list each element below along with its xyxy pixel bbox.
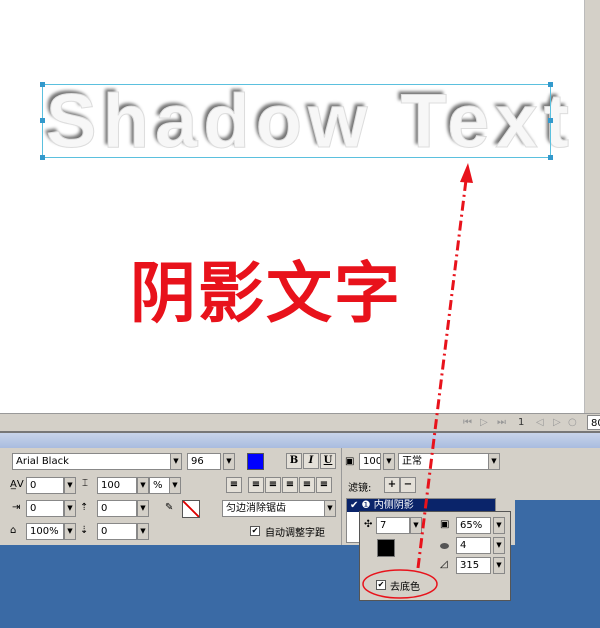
space-after-dropdown[interactable]: ▼	[137, 523, 149, 540]
space-after-field[interactable]: 0	[97, 523, 137, 540]
scale-dropdown[interactable]: ▼	[64, 523, 76, 540]
prev-frame-icon[interactable]: ◁	[536, 417, 544, 428]
scale-icon: ⌂	[10, 525, 17, 536]
indent-dropdown[interactable]: ▼	[64, 500, 76, 517]
canvas[interactable]	[0, 0, 584, 413]
justify-button[interactable]: ≡	[299, 477, 315, 493]
annotation-title: 阴影文字	[130, 255, 402, 332]
angle-field[interactable]: 315	[456, 557, 491, 574]
opacity-dropdown[interactable]: ▼	[383, 453, 395, 470]
opacity-field[interactable]: 100	[359, 453, 381, 470]
distance-field[interactable]: 7	[376, 517, 410, 534]
indent-field[interactable]: 0	[26, 500, 64, 517]
remove-filter-button[interactable]: −	[400, 477, 416, 493]
scale-field[interactable]: 100%	[26, 523, 64, 540]
bold-button[interactable]: B	[286, 453, 302, 469]
text-color-swatch[interactable]	[247, 453, 264, 470]
blend-mode-dropdown[interactable]: ▼	[488, 453, 500, 470]
divider	[341, 448, 342, 545]
vertical-scrollbar[interactable]	[584, 0, 600, 413]
leading-unit[interactable]: %	[149, 477, 171, 494]
next-frame-icon[interactable]: ▷	[553, 417, 561, 428]
indent-icon: ⇥	[12, 502, 21, 513]
italic-button[interactable]: I	[303, 453, 319, 469]
auto-kern-checkbox[interactable]: ✔	[250, 526, 260, 536]
leading-icon: ⌶	[82, 478, 88, 489]
frame-number: 1	[518, 417, 525, 428]
space-before-dropdown[interactable]: ▼	[137, 500, 149, 517]
space-after-icon: ⇣	[80, 525, 89, 536]
distance-dropdown[interactable]: ▼	[410, 517, 422, 534]
auto-kern-label: 自动调整字距	[265, 528, 325, 539]
inner-shadow-popup: ✣ 7 ▼ ▣ 65% ▼ 4 ▼ ◿ 315 ▼ ✔ 去底色	[359, 511, 511, 601]
properties-panel-right	[515, 448, 600, 500]
kerning-icon: A̲V	[10, 479, 24, 490]
space-before-icon: ⇡	[80, 502, 89, 513]
softness-field[interactable]: 4	[456, 537, 491, 554]
font-dropdown[interactable]: ▼	[170, 453, 182, 470]
opacity-icon: ▣	[345, 456, 355, 467]
angle-dropdown[interactable]: ▼	[493, 557, 505, 574]
font-size-dropdown[interactable]: ▼	[223, 453, 235, 470]
softness-icon	[440, 543, 449, 549]
opacity-icon: ▣	[440, 519, 450, 530]
antialias-dropdown[interactable]: ▼	[324, 500, 336, 517]
leading-dropdown[interactable]: ▼	[137, 477, 149, 494]
kerning-dropdown[interactable]: ▼	[64, 477, 76, 494]
pencil-icon: ✎	[165, 502, 174, 513]
filter-item-label: 内侧阴影	[373, 500, 414, 511]
zoom-field[interactable]: 80	[587, 415, 600, 430]
leading-unit-dropdown[interactable]: ▼	[169, 477, 181, 494]
blend-mode-select[interactable]: 正常	[398, 453, 490, 470]
antialias-select[interactable]: 匀边消除锯齿	[222, 500, 326, 517]
timeline-bar: ⏮ ▷ ⏭ 1 ◁ ▷ ○ 80	[0, 413, 600, 433]
space-before-field[interactable]: 0	[97, 500, 137, 517]
underline-button[interactable]: U	[320, 453, 336, 469]
align-center-button[interactable]: ≡	[265, 477, 281, 493]
shadow-color-swatch[interactable]	[377, 539, 395, 557]
add-filter-button[interactable]: +	[384, 477, 400, 493]
kerning-field[interactable]: 0	[26, 477, 64, 494]
stroke-color-swatch[interactable]	[182, 500, 200, 518]
leading-field[interactable]: 100	[97, 477, 137, 494]
justify-all-button[interactable]: ≡	[316, 477, 332, 493]
properties-panel-header	[0, 433, 600, 448]
knockout-checkbox[interactable]: ✔	[376, 580, 386, 590]
font-size-field[interactable]: 96	[187, 453, 221, 470]
first-frame-icon[interactable]: ⏮	[463, 417, 472, 428]
shadow-opacity-field[interactable]: 65%	[456, 517, 491, 534]
angle-icon: ◿	[440, 559, 448, 570]
knockout-label: 去底色	[390, 582, 420, 593]
align-right-button[interactable]: ≡	[282, 477, 298, 493]
distance-icon: ✣	[364, 519, 373, 530]
softness-dropdown[interactable]: ▼	[493, 537, 505, 554]
selection-box	[40, 82, 553, 160]
align-left-button[interactable]: ≡	[248, 477, 264, 493]
play-icon[interactable]: ▷	[480, 417, 488, 428]
font-select[interactable]: Arial Black	[12, 453, 172, 470]
filters-label: 滤镜:	[348, 483, 372, 494]
last-frame-icon[interactable]: ⏭	[497, 417, 506, 428]
shadow-opacity-dropdown[interactable]: ▼	[493, 517, 505, 534]
text-direction-button[interactable]: ≡	[226, 477, 242, 493]
loop-icon[interactable]: ○	[568, 417, 577, 428]
